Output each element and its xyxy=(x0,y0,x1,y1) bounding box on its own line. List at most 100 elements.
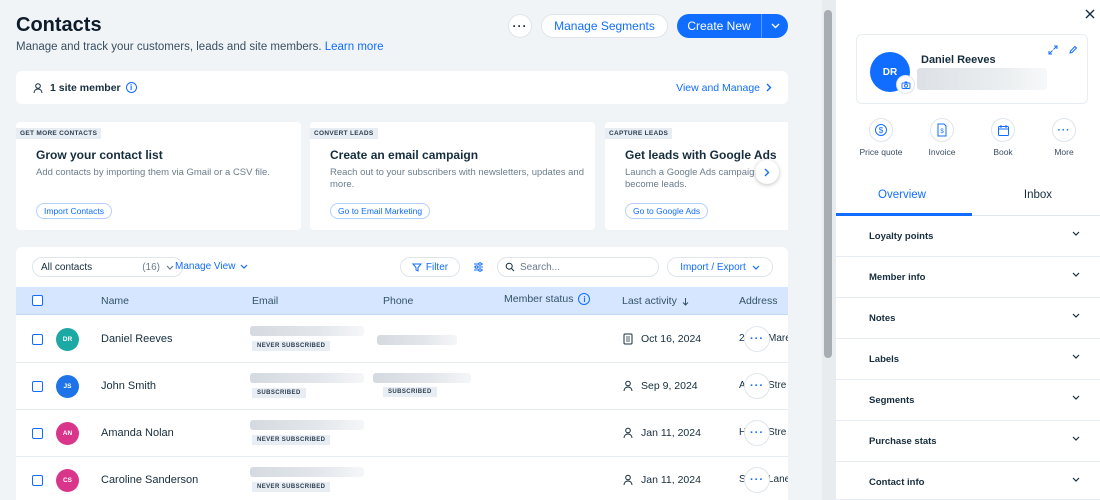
select-all-checkbox[interactable] xyxy=(32,295,43,306)
table-row[interactable]: DR Daniel Reeves NEVER SUBSCRIBED Oct 16… xyxy=(16,316,788,363)
email-redacted xyxy=(250,373,364,383)
tab-overview[interactable]: Overview xyxy=(836,189,968,201)
learn-more-link[interactable]: Learn more xyxy=(325,41,384,53)
go-to-email-marketing-button[interactable]: Go to Email Marketing xyxy=(330,203,431,219)
calendar-icon xyxy=(997,124,1009,136)
column-address-label: Address xyxy=(739,295,778,307)
column-email-label: Email xyxy=(252,295,279,307)
tab-inbox[interactable]: Inbox xyxy=(972,189,1100,201)
row-checkbox[interactable] xyxy=(32,428,43,439)
manage-segments-button[interactable]: Manage Segments xyxy=(541,14,668,38)
row-checkbox[interactable] xyxy=(32,381,43,392)
column-member-status[interactable]: Member status i xyxy=(504,293,591,305)
table-toolbar: All contacts (16) Manage View Filter Imp… xyxy=(16,247,788,287)
chevron-right-icon xyxy=(766,83,772,92)
table-row[interactable]: CS Caroline Sanderson NEVER SUBSCRIBED J… xyxy=(16,457,788,500)
last-activity: Jan 11, 2024 xyxy=(623,427,701,439)
section-purchase-stats[interactable]: Purchase stats xyxy=(836,421,1100,462)
column-name[interactable]: Name xyxy=(101,295,129,307)
svg-text:$: $ xyxy=(940,129,944,135)
search-icon xyxy=(505,262,515,272)
action-label: Price quote xyxy=(859,147,903,157)
contacts-table: All contacts (16) Manage View Filter Imp… xyxy=(16,247,788,500)
section-notes[interactable]: Notes xyxy=(836,298,1100,339)
section-contact-info[interactable]: Contact info xyxy=(836,462,1100,500)
contact-side-panel: DR Daniel Reeves $ Price quote $ Invoice… xyxy=(836,0,1100,500)
table-row[interactable]: JS John Smith SUBSCRIBED SUBSCRIBED Sep … xyxy=(16,363,788,410)
filter-label: Filter xyxy=(425,261,449,273)
scrollbar-thumb[interactable] xyxy=(824,10,832,358)
info-icon[interactable]: i xyxy=(578,293,591,305)
header-more-button[interactable]: ··· xyxy=(508,14,532,38)
invoice-action[interactable]: $ Invoice xyxy=(917,118,967,157)
email-status-badge: NEVER SUBSCRIBED xyxy=(252,341,331,351)
filter-button[interactable]: Filter xyxy=(400,257,460,277)
cards-next-button[interactable] xyxy=(755,160,779,184)
section-label: Notes xyxy=(869,313,896,324)
chevron-down-icon xyxy=(1072,354,1080,359)
table-row[interactable]: AN Amanda Nolan NEVER SUBSCRIBED Jan 11,… xyxy=(16,410,788,457)
scrollbar-track[interactable] xyxy=(822,0,836,500)
search-input[interactable] xyxy=(520,261,650,273)
view-select[interactable]: All contacts (16) xyxy=(32,257,183,277)
address-end: Mare xyxy=(768,333,788,344)
row-more-button[interactable]: ··· xyxy=(745,374,769,398)
email-status-badge: NEVER SUBSCRIBED xyxy=(252,435,331,445)
action-label: Invoice xyxy=(928,147,956,157)
import-contacts-button[interactable]: Import Contacts xyxy=(36,203,112,219)
price-quote-action[interactable]: $ Price quote xyxy=(856,118,906,157)
info-icon[interactable]: i xyxy=(125,82,137,93)
row-checkbox[interactable] xyxy=(32,475,43,486)
chevron-right-icon xyxy=(764,168,770,176)
contact-name: Daniel Reeves xyxy=(921,54,996,66)
section-loyalty-points[interactable]: Loyalty points xyxy=(836,216,1100,257)
card-tag: CAPTURE LEADS xyxy=(605,128,673,139)
row-more-button[interactable]: ··· xyxy=(745,468,769,492)
more-dots-icon: ··· xyxy=(512,19,528,33)
column-phone[interactable]: Phone xyxy=(383,295,413,307)
avatar: JS xyxy=(56,375,79,398)
row-more-button[interactable]: ··· xyxy=(745,327,769,351)
create-new-dropdown[interactable] xyxy=(761,14,788,38)
section-labels[interactable]: Labels xyxy=(836,339,1100,380)
section-label: Member info xyxy=(869,272,926,283)
card-tag: GET MORE CONTACTS xyxy=(16,128,102,139)
chevron-down-icon xyxy=(240,264,248,269)
row-checkbox[interactable] xyxy=(32,334,43,345)
view-and-manage-link[interactable]: View and Manage xyxy=(676,82,772,94)
row-more-button[interactable]: ··· xyxy=(745,421,769,445)
camera-icon xyxy=(901,81,910,89)
expand-icon[interactable] xyxy=(1048,45,1058,55)
column-last-activity[interactable]: Last activity xyxy=(622,295,689,307)
column-name-label: Name xyxy=(101,295,130,307)
manage-view-link[interactable]: Manage View xyxy=(175,261,248,272)
svg-text:$: $ xyxy=(879,126,884,135)
section-member-info[interactable]: Member info xyxy=(836,257,1100,298)
chevron-down-icon xyxy=(1072,313,1080,318)
invoice-icon: $ xyxy=(937,123,947,137)
camera-button[interactable] xyxy=(897,76,914,93)
manage-view-label: Manage View xyxy=(175,261,236,272)
last-activity: Oct 16, 2024 xyxy=(623,333,701,345)
address-start: 2 xyxy=(739,333,745,344)
more-icon: ··· xyxy=(1057,124,1071,136)
column-address[interactable]: Address xyxy=(739,295,778,307)
create-new-button[interactable]: Create New xyxy=(677,14,788,38)
address-end: Stre xyxy=(768,380,787,391)
card-email-campaign: CONVERT LEADS Create an email campaign R… xyxy=(310,122,595,230)
person-icon xyxy=(623,474,633,486)
section-label: Segments xyxy=(869,395,915,406)
customize-columns-button[interactable] xyxy=(466,257,490,277)
more-action[interactable]: ··· More xyxy=(1039,118,1089,157)
close-icon[interactable] xyxy=(1084,8,1096,20)
column-email[interactable]: Email xyxy=(252,295,278,307)
action-label: Book xyxy=(993,147,1013,157)
import-export-button[interactable]: Import / Export xyxy=(667,257,773,277)
site-member-bar: 1 site member i View and Manage xyxy=(16,71,788,104)
view-and-manage-label: View and Manage xyxy=(676,81,760,94)
section-segments[interactable]: Segments xyxy=(836,380,1100,421)
edit-icon[interactable] xyxy=(1068,45,1078,55)
filter-icon xyxy=(411,263,422,272)
book-action[interactable]: Book xyxy=(978,118,1028,157)
go-to-google-ads-button[interactable]: Go to Google Ads xyxy=(625,203,709,219)
